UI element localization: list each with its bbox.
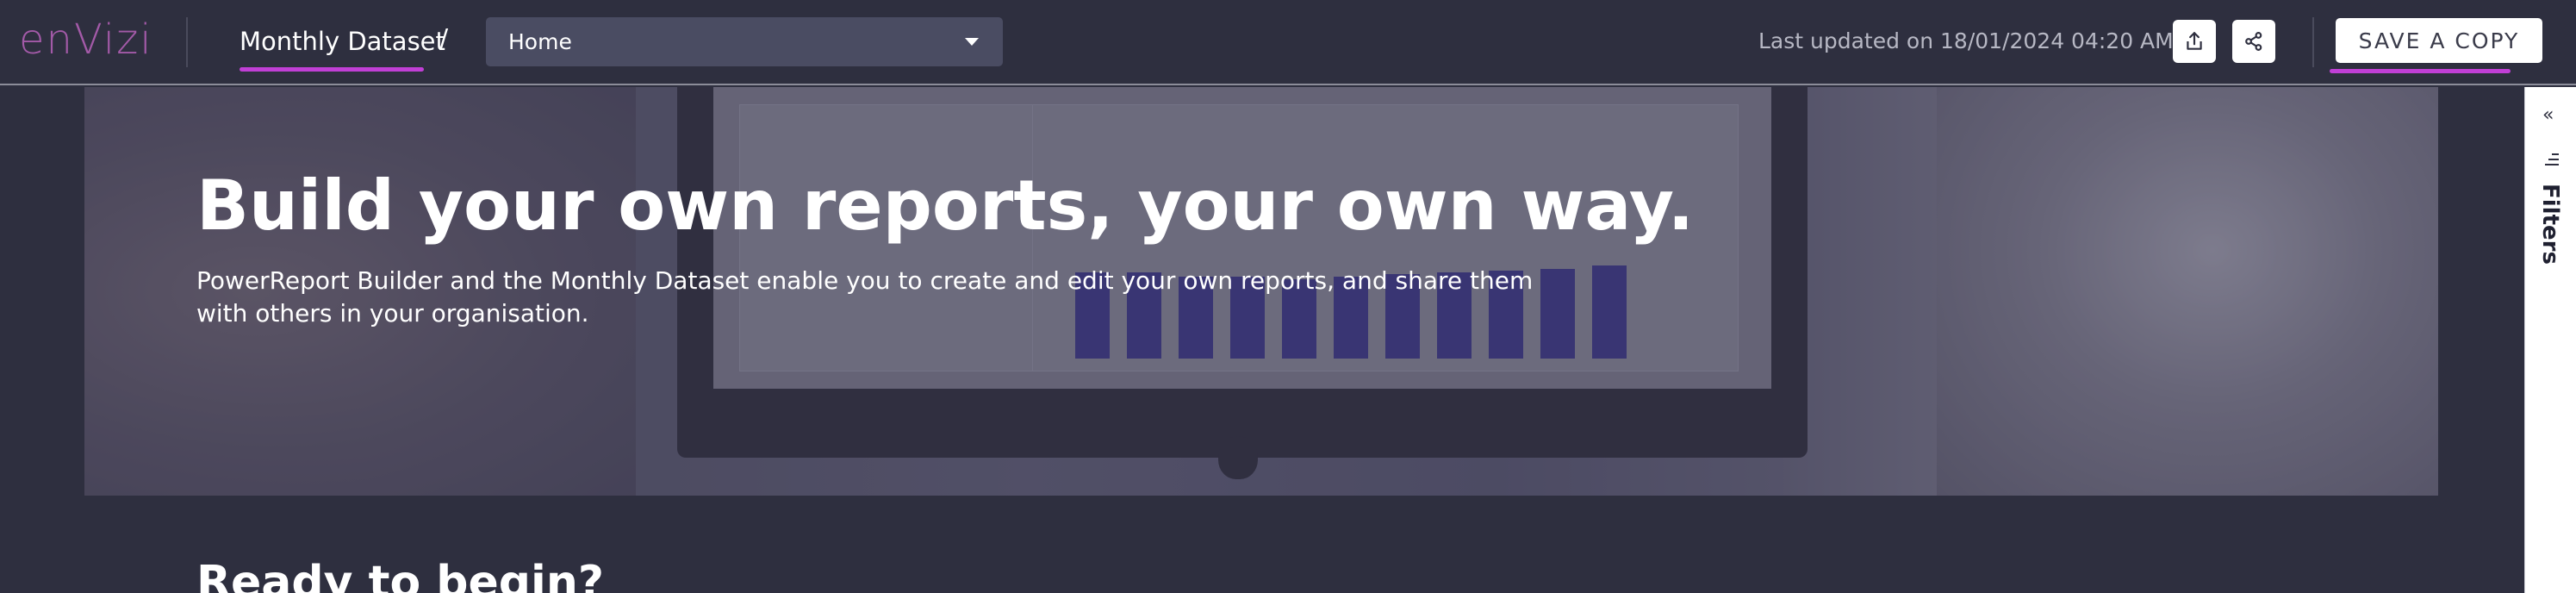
filters-pane-collapsed[interactable]: « Filters — [2524, 87, 2576, 593]
share-icon — [2245, 32, 2262, 51]
dataset-title[interactable]: Monthly Dataset — [240, 24, 445, 59]
top-bar: enVizi Monthly Dataset / Home Last updat… — [0, 0, 2576, 85]
caret-down-icon — [965, 38, 979, 46]
last-updated-text: Last updated on 18/01/2024 04:20 AM — [1758, 28, 2174, 53]
divider — [2312, 17, 2314, 67]
section-title: Ready to begin? — [196, 557, 605, 593]
export-icon — [2187, 32, 2202, 50]
page-select-value: Home — [508, 29, 572, 54]
divider — [186, 17, 188, 67]
hero-banner: Build your own reports, your own way. Po… — [84, 87, 2438, 496]
hero-description: PowerReport Builder and the Monthly Data… — [196, 266, 1534, 328]
app-window: enVizi Monthly Dataset / Home Last updat… — [0, 0, 2576, 593]
save-copy-underline — [2330, 69, 2511, 73]
double-chevron-left-icon[interactable]: « — [2542, 106, 2554, 125]
dataset-title-underline — [240, 67, 424, 72]
envizi-logo: enVizi — [19, 16, 153, 64]
share-button[interactable] — [2232, 20, 2275, 63]
filter-lines-icon — [2545, 153, 2559, 165]
filters-label[interactable]: Filters — [2537, 184, 2563, 265]
breadcrumb-separator: / — [439, 24, 449, 54]
export-button[interactable] — [2173, 20, 2216, 63]
main-content: Build your own reports, your own way. Po… — [0, 87, 2524, 593]
hero-title: Build your own reports, your own way. — [196, 165, 1695, 246]
save-a-copy-button[interactable]: SAVE A COPY — [2336, 18, 2542, 63]
page-select-dropdown[interactable]: Home — [486, 17, 1003, 66]
